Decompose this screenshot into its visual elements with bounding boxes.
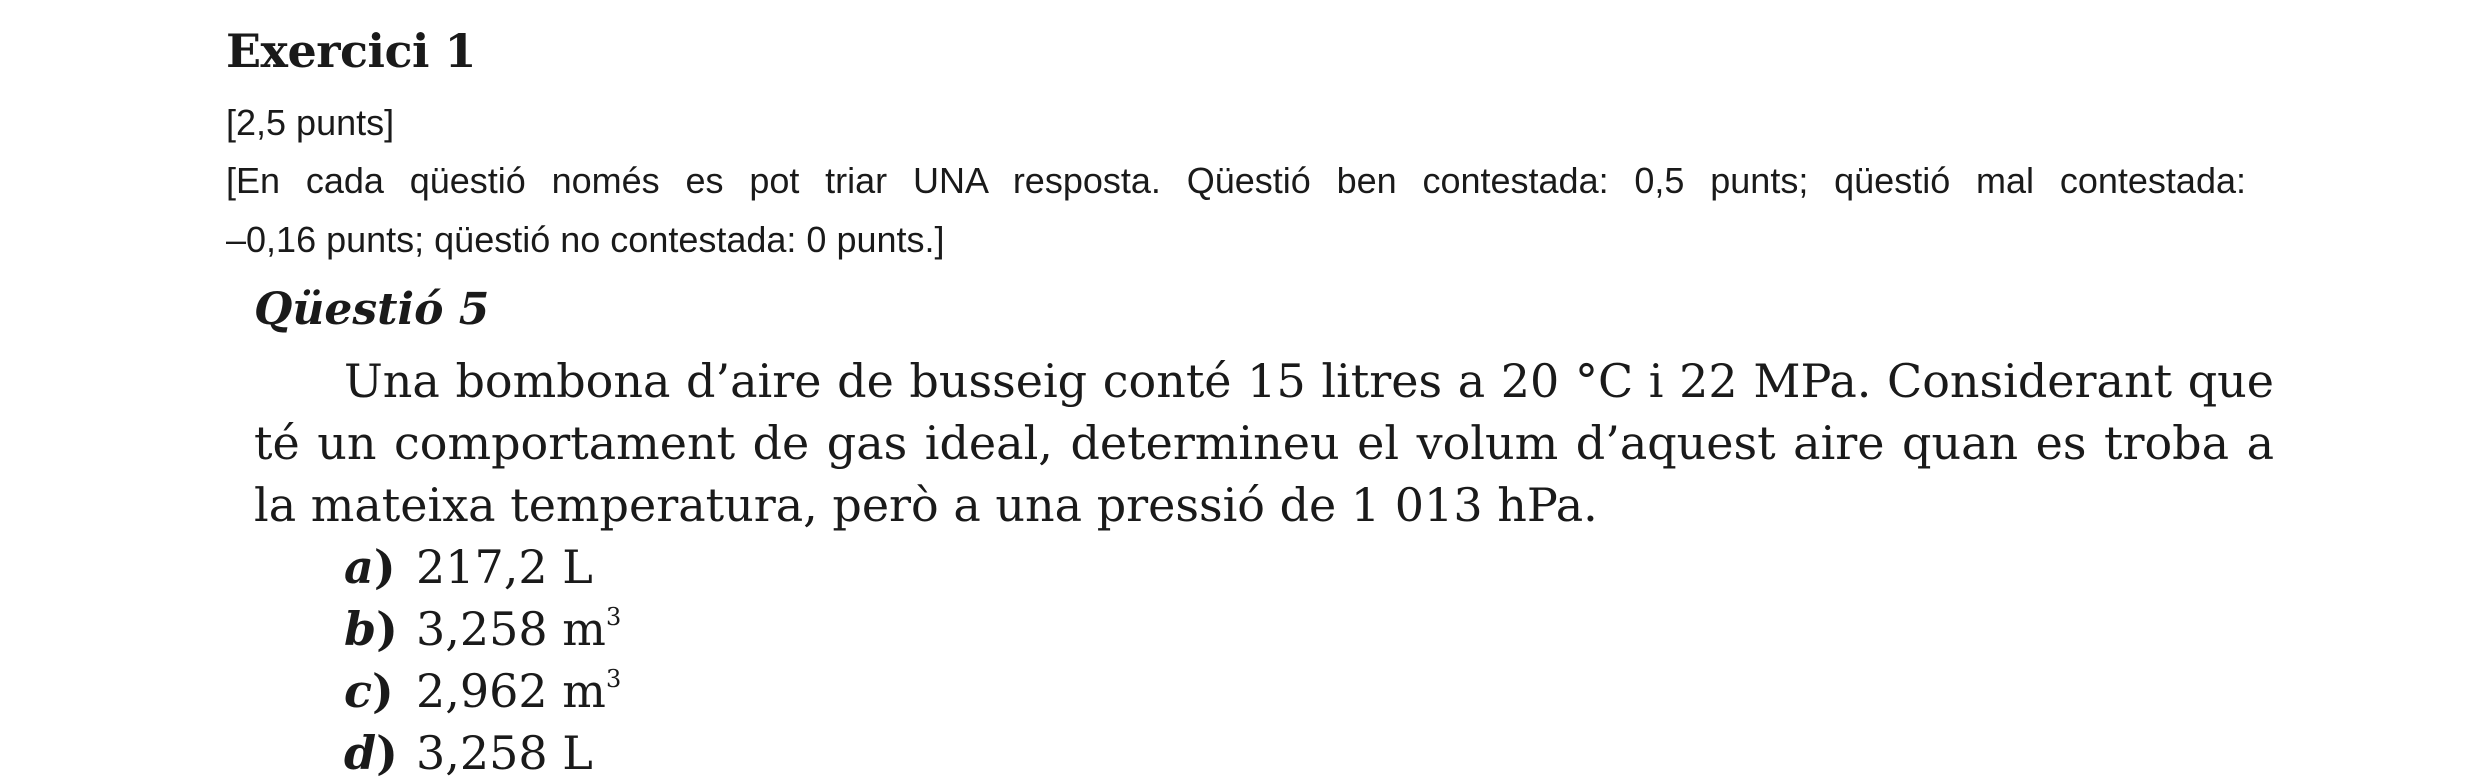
exam-page: Exercici 1 [2,5 punts] [En cada qüestió … bbox=[0, 0, 2480, 780]
option-letter: c) bbox=[344, 664, 394, 718]
option-b[interactable]: b) 3,258 m3 bbox=[344, 598, 621, 660]
instructions-line-2: –0,16 punts; qüestió no contestada: 0 pu… bbox=[226, 219, 945, 260]
answer-options: a) 217,2 L b) 3,258 m3 c) 2,962 m3 d) 3,… bbox=[344, 536, 621, 784]
option-c[interactable]: c) 2,962 m3 bbox=[344, 660, 621, 722]
option-value: 3,258 L bbox=[416, 726, 593, 780]
option-letter: a) bbox=[344, 540, 396, 594]
option-letter: b) bbox=[344, 602, 398, 656]
question-text: Una bombona d’aire de busseig conté 15 l… bbox=[254, 354, 2274, 532]
option-a[interactable]: a) 217,2 L bbox=[344, 536, 621, 598]
exercise-points: [2,5 punts] bbox=[226, 102, 395, 143]
exercise-title: Exercici 1 bbox=[226, 24, 476, 78]
option-value: 2,962 m3 bbox=[416, 664, 622, 718]
instructions-line-1: [En cada qüestió només es pot triar UNA … bbox=[226, 160, 2246, 201]
option-value: 217,2 L bbox=[416, 540, 593, 594]
option-value: 3,258 m3 bbox=[416, 602, 622, 656]
option-letter: d) bbox=[344, 726, 398, 780]
question-title: Qüestió 5 bbox=[254, 284, 490, 335]
option-d[interactable]: d) 3,258 L bbox=[344, 722, 621, 784]
